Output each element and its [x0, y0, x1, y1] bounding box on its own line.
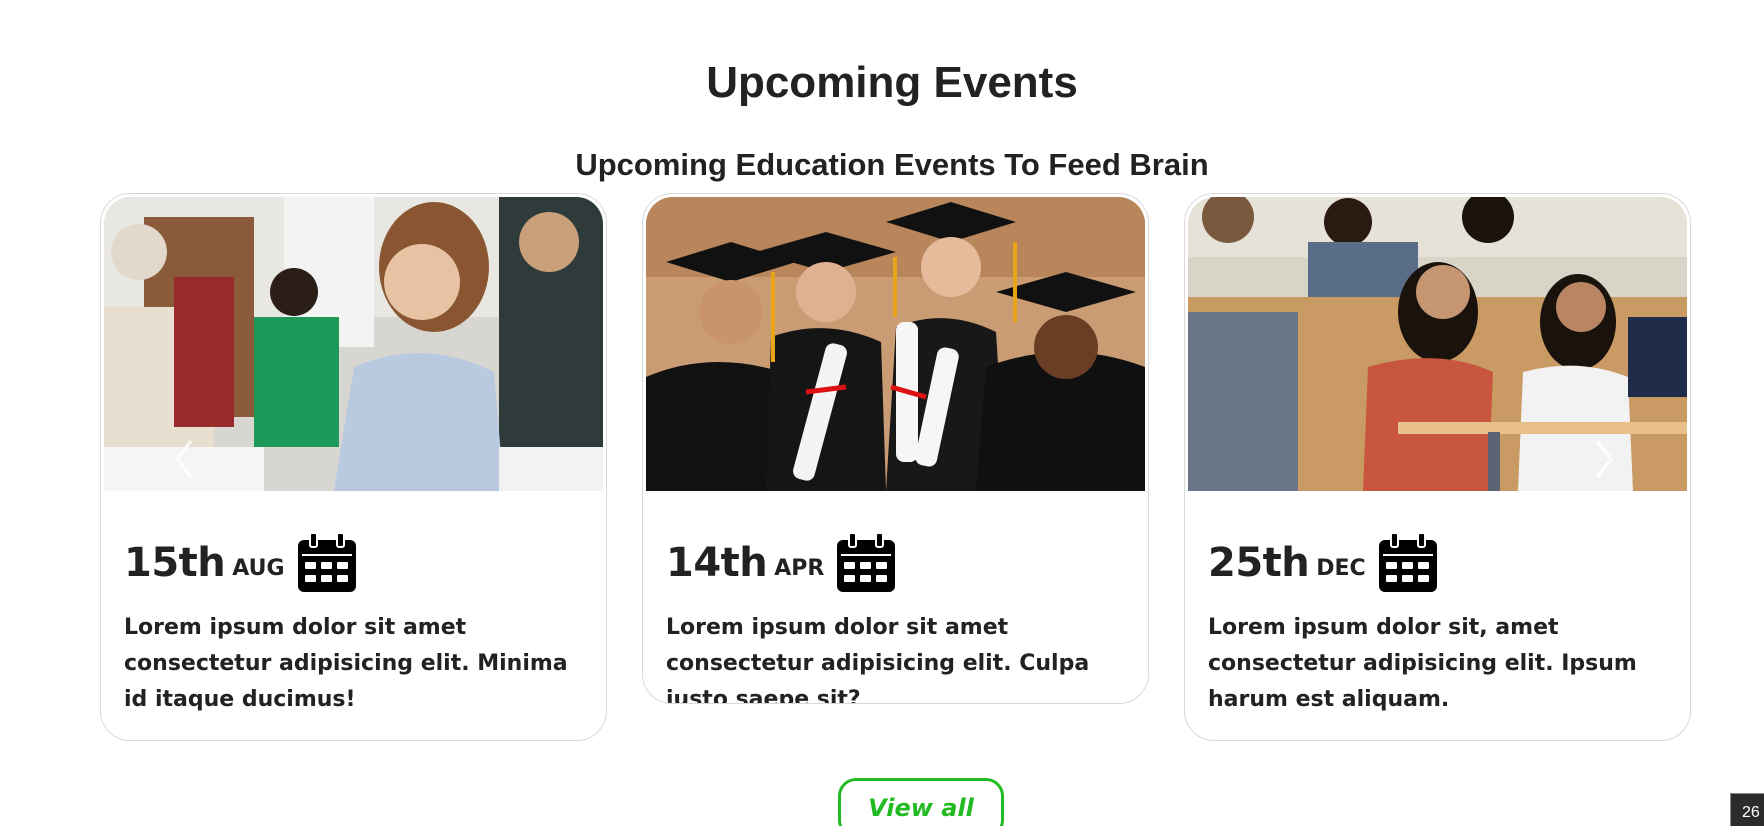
event-image-graduates — [646, 197, 1145, 491]
event-description: Lorem ipsum dolor sit amet consectetur a… — [666, 615, 1090, 704]
event-date: 14th APR — [666, 529, 897, 597]
event-date: 25th DEC — [1208, 529, 1439, 597]
upcoming-events-page: Upcoming Events Upcoming Education Event… — [0, 0, 1764, 826]
chevron-right-icon[interactable] — [1593, 439, 1615, 479]
event-day: 14th — [666, 540, 768, 586]
event-day: 25th — [1208, 540, 1310, 586]
event-month: AUG — [232, 555, 285, 581]
event-card[interactable]: 25th DEC Lorem ipsum dolor sit, amet con… — [1184, 193, 1691, 741]
event-card[interactable]: 15th AUG Lorem ipsum dolor sit amet cons… — [100, 193, 607, 741]
calendar-icon — [297, 532, 356, 592]
event-description: Lorem ipsum dolor sit, amet consectetur … — [1208, 615, 1637, 712]
calendar-icon — [1378, 532, 1437, 592]
section-title: Upcoming Events — [706, 58, 1078, 107]
event-card[interactable]: 14th APR Lorem ipsum dolor sit amet cons… — [642, 193, 1149, 704]
event-month: APR — [774, 555, 825, 581]
calendar-icon — [837, 532, 896, 592]
event-month: DEC — [1316, 555, 1366, 581]
chevron-left-icon[interactable] — [173, 439, 195, 479]
event-date: 15th AUG — [124, 529, 358, 597]
section-subtitle: Upcoming Education Events To Feed Brain — [575, 147, 1209, 182]
corner-badge: 26 — [1730, 793, 1764, 826]
event-day: 15th — [124, 540, 226, 586]
event-description: Lorem ipsum dolor sit amet consectetur a… — [124, 615, 568, 712]
view-all-button[interactable]: View all — [838, 778, 1004, 826]
